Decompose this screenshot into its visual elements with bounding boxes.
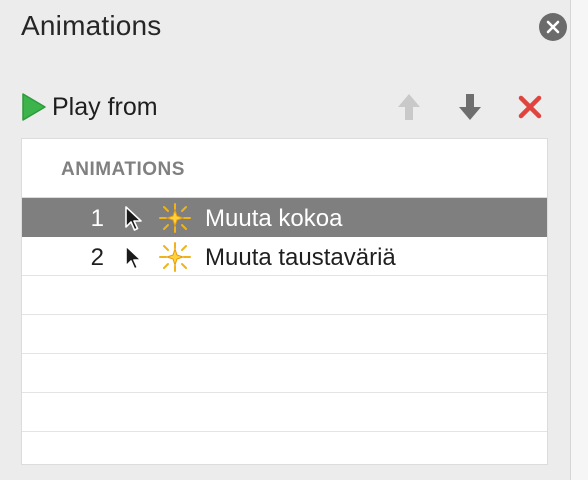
delete-x-icon: [518, 95, 542, 119]
arrow-down-icon: [459, 94, 481, 120]
empty-list-row: [22, 432, 547, 464]
column-header-animations: ANIMATIONS: [61, 159, 185, 180]
pane-title: Animations: [21, 10, 162, 41]
play-icon: [22, 93, 46, 121]
close-button[interactable]: [539, 13, 567, 41]
play-from-label: Play from: [52, 92, 158, 121]
sparkle-burst-icon: [159, 242, 191, 272]
empty-list-row: [22, 393, 547, 432]
mouse-cursor-icon: [125, 245, 142, 270]
animation-number: 2: [90, 244, 104, 271]
empty-list-row: [22, 354, 547, 393]
animation-row-2[interactable]: 2 Muuta taustaväriä: [22, 237, 547, 276]
arrow-up-icon: [398, 94, 420, 120]
mouse-cursor-icon: [125, 206, 142, 231]
animations-toolbar: Play from: [20, 90, 550, 124]
document-edge: [571, 0, 588, 480]
move-up-button[interactable]: [394, 92, 424, 122]
empty-list-row: [22, 276, 547, 315]
list-header: ANIMATIONS: [22, 139, 547, 198]
play-from-button[interactable]: Play from: [20, 90, 158, 124]
close-icon: [546, 20, 560, 34]
animations-pane: Animations Play from ANIMATIONS 1 Muuta …: [0, 0, 571, 480]
animations-list: ANIMATIONS 1 Muuta kokoa 2 Muuta taustav…: [21, 138, 548, 465]
animation-name: Muuta taustaväriä: [205, 244, 396, 271]
animation-name: Muuta kokoa: [205, 205, 343, 232]
animation-number: 1: [90, 205, 104, 232]
sparkle-burst-icon: [159, 203, 191, 233]
move-down-button[interactable]: [455, 92, 485, 122]
delete-animation-button[interactable]: [515, 92, 545, 122]
animation-row-1[interactable]: 1 Muuta kokoa: [22, 198, 547, 237]
empty-list-row: [22, 315, 547, 354]
